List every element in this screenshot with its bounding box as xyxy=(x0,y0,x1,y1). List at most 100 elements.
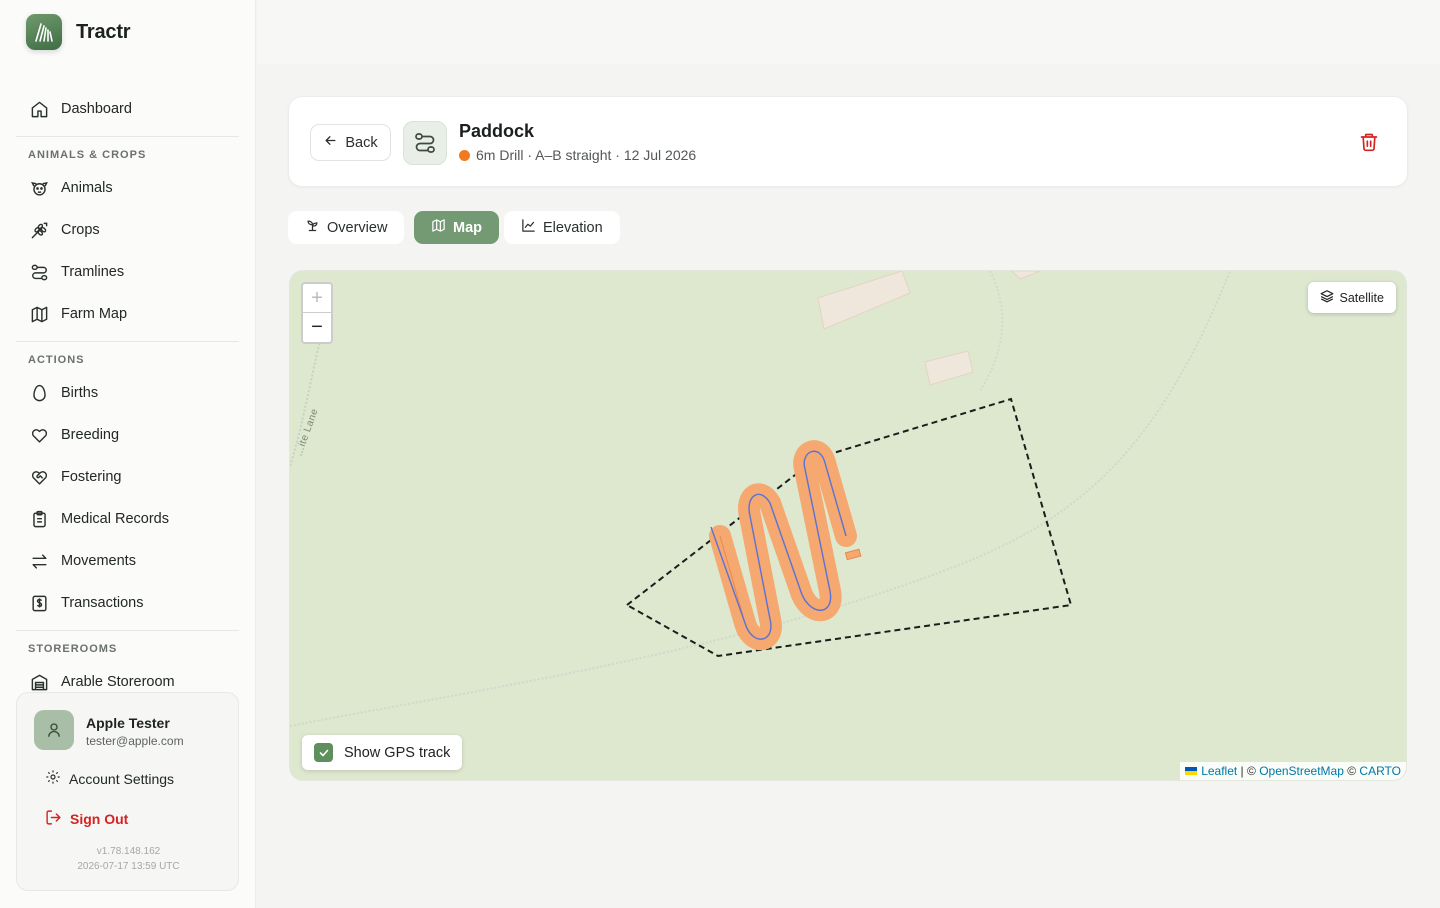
status-dot xyxy=(459,149,470,161)
log-out-icon xyxy=(45,809,62,829)
satellite-label: Satellite xyxy=(1339,290,1384,305)
arrows-left-right-icon xyxy=(29,551,49,571)
tab-label: Map xyxy=(453,219,482,236)
sprout-icon xyxy=(305,218,320,237)
brand[interactable]: Tractr xyxy=(26,14,131,50)
delete-button[interactable] xyxy=(1359,132,1379,157)
account-settings-link[interactable]: Account Settings xyxy=(45,769,174,788)
gps-track-toggle[interactable]: Show GPS track xyxy=(302,735,463,770)
user-card: Apple Tester tester@apple.com Account Se… xyxy=(16,692,239,891)
map-building xyxy=(817,271,911,330)
layers-icon xyxy=(1320,289,1334,306)
divider xyxy=(16,136,239,137)
section-animals-crops: ANIMALS & CROPS xyxy=(28,149,147,161)
top-bar xyxy=(257,0,1440,64)
attribution-separator: | © xyxy=(1237,764,1260,778)
ukraine-flag-icon xyxy=(1185,767,1198,775)
page-title: Paddock xyxy=(459,121,535,141)
trash-icon xyxy=(1359,133,1379,156)
sidebar-item-animals[interactable]: Animals xyxy=(16,170,239,206)
map-path xyxy=(979,271,1004,392)
sidebar-item-label: Births xyxy=(61,385,99,401)
session-header: Back Paddock 6m Drill · A–B straight · 1… xyxy=(288,96,1408,187)
user-name: Apple Tester xyxy=(86,715,170,731)
map-building xyxy=(1011,271,1041,280)
tractr-logo-icon xyxy=(26,14,62,50)
receipt-dollar-icon xyxy=(29,593,49,613)
animal-face-icon xyxy=(29,178,49,198)
attribution-separator: © xyxy=(1343,764,1360,778)
map-building xyxy=(924,350,974,386)
wheat-icon xyxy=(29,220,49,240)
sidebar-item-label: Animals xyxy=(61,180,113,196)
sidebar: Tractr Dashboard ANIMALS & CROPS Animals… xyxy=(0,0,256,908)
checkbox-checked-icon[interactable] xyxy=(314,743,333,762)
gear-icon xyxy=(45,769,61,788)
sidebar-item-births[interactable]: Births xyxy=(16,375,239,411)
build-timestamp: 2026-07-17 13:59 UTC xyxy=(77,861,180,872)
route-icon xyxy=(29,262,49,282)
avatar[interactable] xyxy=(34,710,74,750)
home-icon xyxy=(29,99,49,119)
sidebar-item-breeding[interactable]: Breeding xyxy=(16,417,239,453)
carto-link[interactable]: CARTO xyxy=(1359,764,1401,778)
line-chart-icon xyxy=(521,218,536,237)
sidebar-item-label: Crops xyxy=(61,222,100,238)
warehouse-icon xyxy=(29,672,49,692)
account-settings-label: Account Settings xyxy=(69,770,175,787)
coverage-swath xyxy=(709,440,857,650)
sidebar-item-farm-map[interactable]: Farm Map xyxy=(16,296,239,332)
back-label: Back xyxy=(345,134,378,151)
sidebar-item-transactions[interactable]: Transactions xyxy=(16,585,239,621)
tab-elevation[interactable]: Elevation xyxy=(504,211,620,244)
sidebar-item-label: Breeding xyxy=(61,427,120,443)
tab-map[interactable]: Map xyxy=(414,211,499,244)
route-icon xyxy=(403,121,447,165)
zoom-out-button[interactable]: − xyxy=(303,313,331,342)
section-actions: ACTIONS xyxy=(28,354,85,366)
coverage-fragment xyxy=(844,548,862,561)
map-canvas xyxy=(290,271,1231,727)
sidebar-item-label: Movements xyxy=(61,553,136,569)
user-email: tester@apple.com xyxy=(86,734,184,748)
app-name: Tractr xyxy=(76,20,131,43)
divider xyxy=(16,341,239,342)
clipboard-list-icon xyxy=(29,509,49,529)
egg-icon xyxy=(29,383,49,403)
sidebar-item-tramlines[interactable]: Tramlines xyxy=(16,254,239,290)
sign-out-label: Sign Out xyxy=(70,811,129,827)
page-subtitle: 6m Drill · A–B straight · 12 Jul 2026 xyxy=(459,147,696,163)
gps-toggle-label: Show GPS track xyxy=(344,744,451,761)
satellite-toggle-button[interactable]: Satellite xyxy=(1307,282,1396,313)
section-storerooms: STOREROOMS xyxy=(28,643,118,655)
zoom-control: + − xyxy=(301,282,333,344)
tab-label: Elevation xyxy=(543,219,603,236)
sidebar-item-label: Farm Map xyxy=(61,306,128,322)
heart-icon xyxy=(29,425,49,445)
sidebar-item-medical-records[interactable]: Medical Records xyxy=(16,501,239,537)
back-button[interactable]: Back xyxy=(310,124,391,161)
sidebar-item-crops[interactable]: Crops xyxy=(16,212,239,248)
sidebar-item-label: Medical Records xyxy=(61,511,169,527)
map-attribution: Leaflet | © OpenStreetMap © CARTO xyxy=(1180,762,1406,780)
sidebar-item-label: Arable Storeroom xyxy=(61,674,175,690)
openstreetmap-link[interactable]: OpenStreetMap xyxy=(1259,764,1344,778)
divider xyxy=(16,630,239,631)
sidebar-item-movements[interactable]: Movements xyxy=(16,543,239,579)
sidebar-item-label: Tramlines xyxy=(61,264,125,280)
tab-overview[interactable]: Overview xyxy=(288,211,405,244)
sidebar-item-label: Dashboard xyxy=(61,101,132,117)
zoom-in-button[interactable]: + xyxy=(303,284,331,313)
map-icon xyxy=(431,218,446,237)
sign-out-button[interactable]: Sign Out xyxy=(45,809,128,829)
heart-handshake-icon xyxy=(29,467,49,487)
sidebar-item-label: Transactions xyxy=(61,595,144,611)
sidebar-item-dashboard[interactable]: Dashboard xyxy=(16,91,239,127)
sidebar-item-fostering[interactable]: Fostering xyxy=(16,459,239,495)
app-version: v1.78.148.162 xyxy=(96,846,161,857)
leaflet-link[interactable]: Leaflet xyxy=(1201,764,1237,778)
map-icon xyxy=(29,304,49,324)
sidebar-item-label: Fostering xyxy=(61,469,122,485)
map-view[interactable]: …ite Lane + − Satellite Show GPS track L… xyxy=(289,270,1407,781)
arrow-left-icon xyxy=(323,133,338,152)
